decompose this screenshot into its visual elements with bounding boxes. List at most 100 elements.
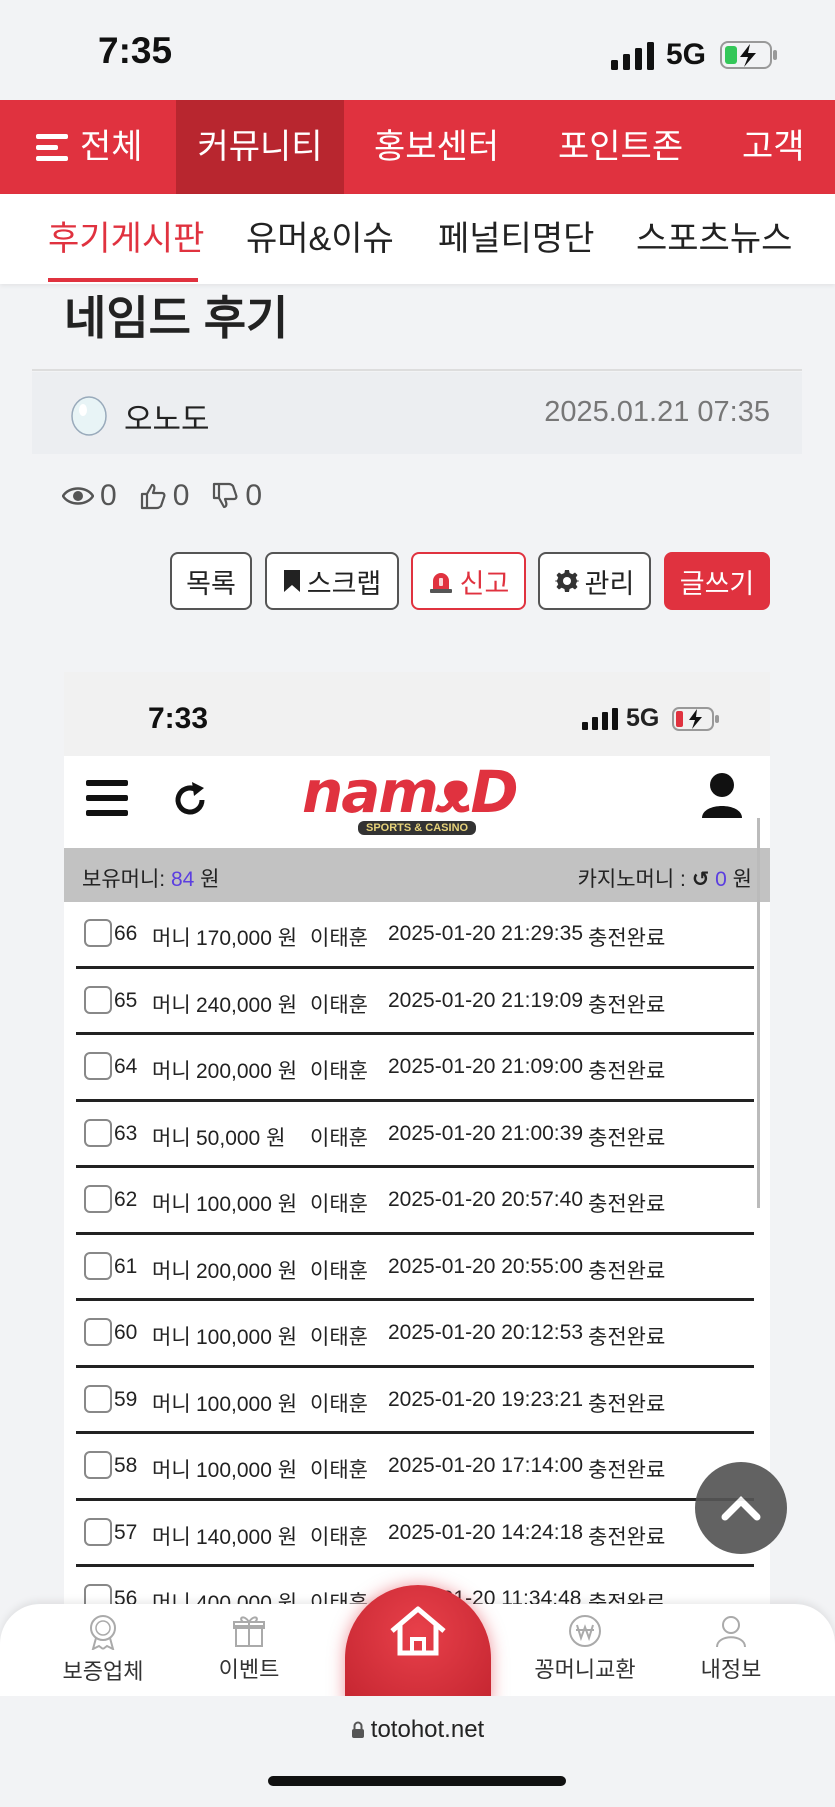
tab-sports-news[interactable]: 스포츠뉴스 [636,194,792,284]
tab-reviews[interactable]: 후기게시판 [48,194,204,284]
row-name: 이태훈 [310,993,368,1017]
row-type: 머니 [152,1193,191,1216]
row-checkbox[interactable] [84,919,112,947]
row-name: 이태훈 [310,1193,368,1216]
scrap-button[interactable]: 스크랩 [265,552,399,610]
siren-icon [429,573,452,593]
bottom-nav-events[interactable]: 이벤트 [184,1614,314,1684]
row-name: 이태훈 [310,1126,368,1150]
row-amount: 100,000 원 [196,1326,298,1349]
table-row[interactable]: 57 머니 140,000 원 이태훈 2025-01-20 14:24:18 충전완료 [76,1501,754,1567]
row-status: 충전완료 [588,1326,666,1349]
scrollbar[interactable] [757,818,760,1208]
all-menu-button[interactable]: 전체 [0,100,176,194]
bookmark-icon [283,570,300,592]
row-amount: 50,000 원 [196,1126,286,1150]
status-time: 7:35 [98,30,173,71]
nav-item-community[interactable]: 커뮤니티 [176,100,344,194]
row-checkbox[interactable] [84,985,112,1014]
nav-item-point-zone[interactable]: 포인트존 [558,100,683,194]
views-stat: 0 [62,479,117,513]
row-checkbox[interactable] [84,1251,112,1280]
row-no: 65 [114,988,138,1012]
manage-button[interactable]: 관리 [538,552,651,610]
report-button[interactable]: 신고 [411,552,526,610]
row-checkbox[interactable] [84,1318,112,1346]
row-checkbox[interactable] [84,1451,112,1479]
bottom-nav-verified-sites[interactable]: 보증업체 [38,1614,168,1686]
row-checkbox[interactable] [84,1517,112,1546]
table-row[interactable]: 61 머니 200,000 원 이태훈 2025-01-20 20:55:00 충전완료 [76,1235,754,1301]
embedded-time: 7:33 [148,702,209,735]
row-no: 60 [114,1321,138,1344]
thumbs-down-icon [213,482,238,509]
row-type: 머니 [152,993,191,1017]
row-datetime: 2025-01-20 20:12:53 [388,1321,583,1344]
refresh-icon[interactable] [170,780,210,820]
user-icon [716,1616,746,1648]
row-no: 66 [114,922,138,945]
user-icon[interactable] [700,772,744,820]
table-row[interactable]: 58 머니 100,000 원 이태훈 2025-01-20 17:14:00 충전완료 [76,1434,754,1501]
chevron-up-icon [721,1496,761,1521]
tab-humor-issue[interactable]: 유머&이슈 [246,194,394,284]
egg-avatar-icon [71,396,107,436]
eye-icon [62,487,94,505]
row-type: 머니 [152,1060,191,1083]
thumbs-up-icon [140,483,166,510]
nav-item-promo-center[interactable]: 홍보센터 [374,100,499,194]
row-no: 58 [114,1454,138,1477]
row-checkbox[interactable] [84,1384,112,1413]
row-amount: 100,000 원 [196,1392,298,1416]
row-status: 충전완료 [588,1060,666,1083]
row-checkbox[interactable] [84,1118,112,1147]
browser-url-bar[interactable]: totohot.net [0,1696,835,1807]
row-status: 충전완료 [588,1459,666,1482]
row-datetime: 2025-01-20 21:19:09 [388,988,583,1012]
row-status: 충전완료 [588,1259,666,1283]
row-no: 62 [114,1188,138,1211]
tab-penalty-list[interactable]: 페널티명단 [438,194,594,284]
table-row[interactable]: 65 머니 240,000 원 이태훈 2025-01-20 21:19:09 충전완료 [76,969,754,1035]
scroll-to-top-button[interactable] [695,1462,787,1554]
table-row[interactable]: 59 머니 100,000 원 이태훈 2025-01-20 19:23:21 충전완료 [76,1368,754,1434]
nav-item-customer[interactable]: 고객 [742,100,805,194]
battery-charging-icon [720,41,777,69]
table-row[interactable]: 62 머니 100,000 원 이태훈 2025-01-20 20:57:40 충전완료 [76,1168,754,1235]
row-name: 이태훈 [310,1525,368,1549]
row-name: 이태훈 [310,1060,368,1083]
battery-low-charging-icon [672,707,719,731]
row-datetime: 2025-01-20 17:14:00 [388,1454,583,1477]
row-amount: 200,000 원 [196,1259,298,1283]
home-indicator [268,1776,566,1786]
embedded-header: namᴥD SPORTS & CASINO [64,756,770,848]
row-checkbox[interactable] [84,1052,112,1080]
hamburger-icon[interactable] [86,780,128,816]
list-button[interactable]: 목록 [170,552,252,610]
table-row[interactable]: 63 머니 50,000 원 이태훈 2025-01-20 21:00:39 충전완료 [76,1102,754,1168]
row-type: 머니 [152,1126,191,1150]
row-checkbox[interactable] [84,1185,112,1213]
table-row[interactable]: 60 머니 100,000 원 이태훈 2025-01-20 20:12:53 충전완료 [76,1301,754,1368]
balance-bar: 보유머니: 84 원 카지노머니 : ↺ 0 원 [64,848,770,902]
author-name[interactable]: 오노도 [124,394,210,439]
row-datetime: 2025-01-20 14:24:18 [388,1520,583,1544]
row-status: 충전완료 [588,1126,666,1150]
sub-nav: 후기게시판 유머&이슈 페널티명단 스포츠뉴스 [0,194,835,284]
casino-money: 카지노머니 : ↺ 0 원 [577,868,752,891]
row-status: 충전완료 [588,1525,666,1549]
bottom-nav-my-info[interactable]: 내정보 [666,1614,796,1684]
row-type: 머니 [152,1392,191,1416]
row-status: 충전완료 [588,1392,666,1416]
bottom-nav-point-exchange[interactable]: 꽁머니교환 [520,1614,650,1684]
row-amount: 200,000 원 [196,1060,298,1083]
row-type: 머니 [152,1259,191,1283]
like-button[interactable]: 0 [139,479,189,513]
table-row[interactable]: 64 머니 200,000 원 이태훈 2025-01-20 21:09:00 충전완료 [76,1035,754,1102]
table-row[interactable]: 66 머니 170,000 원 이태훈 2025-01-20 21:29:35 충전완료 [76,902,754,969]
write-button[interactable]: 글쓰기 [664,552,770,610]
signal-icon [582,708,618,730]
undo-icon[interactable]: ↺ [692,868,710,891]
dislike-button[interactable]: 0 [211,479,262,513]
row-type: 머니 [152,927,191,950]
